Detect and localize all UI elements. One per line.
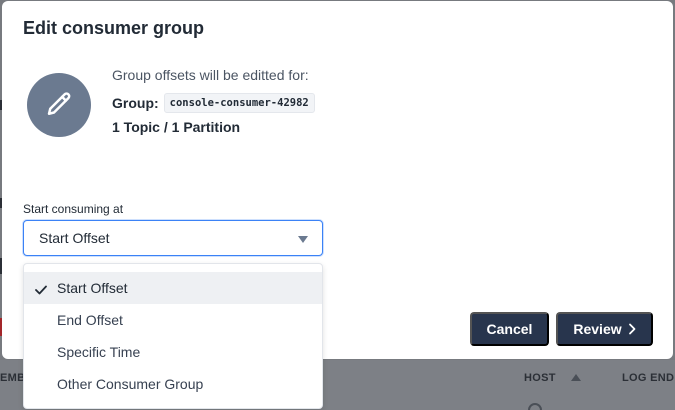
cancel-label: Cancel [486, 321, 533, 337]
start-consuming-select[interactable]: Start Offset [23, 220, 323, 256]
option-other-consumer-group[interactable]: Other Consumer Group [24, 368, 322, 400]
modal-title: Edit consumer group [23, 18, 205, 38]
pencil-icon [27, 73, 91, 137]
sort-ascending-icon [571, 374, 581, 381]
group-info: Group offsets will be editted for: Group… [112, 67, 315, 135]
group-name-code: console-consumer-42982 [163, 93, 315, 113]
option-label: Specific Time [57, 344, 141, 360]
option-start-offset[interactable]: Start Offset [24, 272, 322, 304]
option-specific-time[interactable]: Specific Time [24, 336, 322, 368]
start-consuming-options-menu: Start Offset End Offset Specific Time Ot… [23, 263, 323, 409]
chevron-right-icon [628, 323, 636, 335]
group-row: Group: console-consumer-42982 [112, 93, 315, 113]
review-label: Review [573, 321, 622, 337]
info-line: Group offsets will be editted for: [112, 67, 309, 83]
check-icon [35, 282, 47, 298]
option-label: Other Consumer Group [57, 376, 204, 392]
start-consuming-label: Start consuming at [23, 202, 124, 216]
option-label: End Offset [57, 312, 123, 328]
select-value: Start Offset [39, 230, 110, 246]
option-end-offset[interactable]: End Offset [24, 304, 322, 336]
review-button[interactable]: Review [556, 312, 653, 346]
cancel-button[interactable]: Cancel [470, 312, 549, 346]
topic-partition-summary: 1 Topic / 1 Partition [112, 119, 241, 135]
background-column-log-end: LOG END [622, 372, 675, 384]
caret-down-icon [298, 236, 308, 243]
background-column-host: HOST [524, 372, 556, 384]
background-circle-icon [528, 403, 542, 410]
option-label: Start Offset [57, 280, 128, 296]
group-label: Group: [112, 95, 159, 111]
